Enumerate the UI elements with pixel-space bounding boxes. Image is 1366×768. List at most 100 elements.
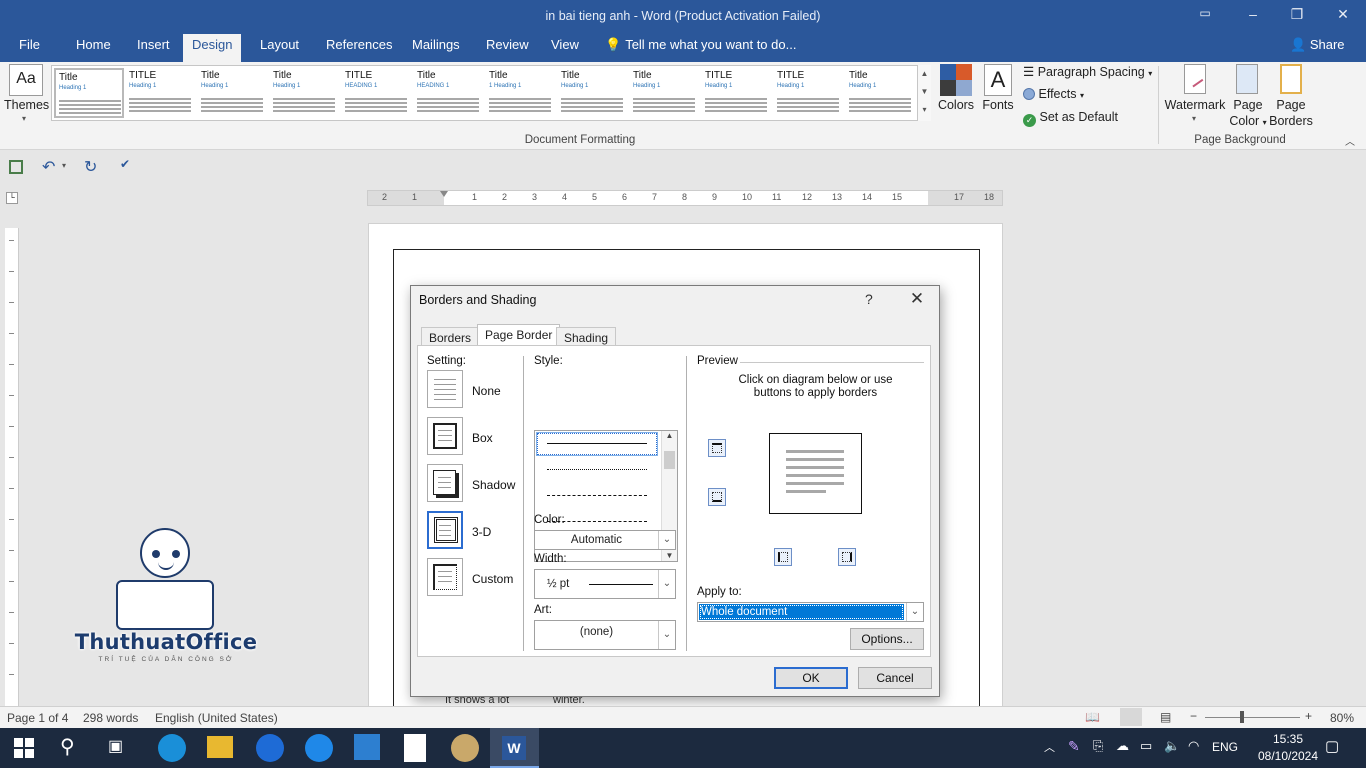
chevron-down-icon[interactable]: ⌄ — [658, 570, 675, 598]
options-button[interactable]: Options... — [850, 628, 924, 650]
chevron-down-icon[interactable]: ⌄ — [906, 603, 923, 621]
close-button[interactable]: ✕ — [1331, 6, 1355, 26]
clock-date[interactable]: 08/10/2024 — [1248, 749, 1328, 763]
style-item-dashed-small[interactable] — [547, 495, 647, 496]
style-set-thumbnail[interactable]: TITLE Heading 1 — [126, 68, 196, 118]
tab-references[interactable]: References — [317, 36, 401, 58]
top-border-button[interactable] — [708, 439, 726, 457]
language-indicator[interactable]: English (United States) — [155, 711, 278, 725]
tab-home[interactable]: Home — [67, 36, 120, 58]
meet-now-icon[interactable]: ⎘ — [1093, 738, 1103, 754]
gallery-scroll[interactable]: ▲ ▼ ▾ — [917, 65, 931, 121]
style-set-thumbnail[interactable]: TITLE Heading 1 — [702, 68, 772, 118]
notification-icon[interactable]: ▢ — [1325, 737, 1339, 755]
style-item-selected[interactable] — [536, 432, 658, 456]
setting-custom[interactable]: Custom — [427, 558, 527, 602]
themes-icon[interactable]: Aa — [9, 64, 43, 96]
gallery-down-icon[interactable]: ▼ — [918, 83, 931, 101]
style-set-thumbnail[interactable]: Title Heading 1 — [846, 68, 916, 118]
style-set-thumbnail[interactable]: TITLE Heading 1 — [774, 68, 844, 118]
help-button[interactable]: ? — [865, 291, 873, 307]
edge-icon[interactable] — [158, 734, 186, 762]
watermark-button[interactable]: Watermark — [1160, 98, 1230, 112]
effects-button[interactable]: Effects ▾ — [1023, 87, 1084, 101]
paint-icon[interactable] — [451, 734, 479, 762]
tell-me-search[interactable]: 💡 Tell me what you want to do... — [605, 36, 796, 54]
style-set-thumbnail[interactable]: Title Heading 1 — [198, 68, 268, 118]
chevron-down-icon[interactable]: ⌄ — [658, 531, 675, 549]
fonts-button[interactable]: Fonts — [978, 98, 1018, 112]
fonts-icon[interactable]: A — [984, 64, 1012, 96]
style-set-thumbnail[interactable]: Title 1 Heading 1 — [486, 68, 556, 118]
bottom-border-button[interactable] — [708, 488, 726, 506]
setting-3d[interactable]: 3-D — [427, 511, 527, 555]
style-set-thumbnail[interactable]: Title Heading 1 — [270, 68, 340, 118]
print-layout-icon[interactable] — [1120, 708, 1142, 726]
page-borders-button-line2[interactable]: Borders — [1268, 114, 1314, 128]
pen-icon[interactable]: ✎ — [1068, 738, 1080, 755]
tab-stop-selector[interactable]: └ — [6, 192, 18, 204]
minimize-button[interactable]: – — [1241, 6, 1265, 26]
zalo-icon[interactable] — [256, 734, 284, 762]
save-icon[interactable] — [9, 160, 23, 174]
skype-icon[interactable] — [305, 734, 333, 762]
word-count[interactable]: 298 words — [83, 711, 138, 725]
chevron-down-icon[interactable]: ⌄ — [658, 621, 675, 649]
tab-view[interactable]: View — [542, 36, 588, 58]
paragraph-spacing-button[interactable]: ☰ Paragraph Spacing ▾ — [1023, 64, 1152, 79]
apply-to-select[interactable]: Whole document ⌄ — [697, 602, 924, 622]
file-explorer-icon[interactable] — [207, 736, 233, 758]
tab-insert[interactable]: Insert — [128, 36, 179, 58]
style-set-gallery[interactable]: Title Heading 1 TITLE Heading 1 Title Heading… — [51, 65, 931, 121]
watermark-dropdown-icon[interactable]: ▾ — [1192, 114, 1196, 123]
page-borders-button-line1[interactable]: Page — [1268, 98, 1314, 112]
tab-borders[interactable]: Borders — [421, 327, 480, 347]
themes-dropdown-icon[interactable]: ▾ — [22, 114, 26, 123]
photos-icon[interactable] — [354, 734, 380, 760]
width-select[interactable]: ½ pt ⌄ — [534, 569, 676, 599]
style-set-thumbnail[interactable]: TITLE HEADING 1 — [342, 68, 412, 118]
colors-button[interactable]: Colors — [934, 98, 978, 112]
art-select[interactable]: (none) ⌄ — [534, 620, 676, 650]
right-border-button[interactable] — [838, 548, 856, 566]
zoom-slider[interactable] — [1205, 717, 1300, 718]
collapse-ribbon-icon[interactable]: ︿ — [1345, 133, 1355, 148]
tab-layout[interactable]: Layout — [251, 36, 308, 58]
spelling-icon[interactable]: ✔ — [120, 157, 130, 171]
share-button[interactable]: 👤 Share — [1290, 36, 1345, 54]
undo-dropdown-icon[interactable]: ▾ — [62, 161, 66, 170]
clock-time[interactable]: 15:35 — [1260, 732, 1316, 746]
style-item-solid[interactable] — [547, 443, 647, 444]
setting-shadow[interactable]: Shadow — [427, 464, 527, 508]
scroll-thumb[interactable] — [664, 451, 675, 469]
style-set-thumbnail[interactable]: Title Heading 1 — [630, 68, 700, 118]
zoom-in-icon[interactable]: + — [1305, 709, 1312, 723]
cancel-button[interactable]: Cancel — [858, 667, 932, 689]
setting-none[interactable]: None — [427, 370, 527, 414]
undo-icon[interactable]: ↶ — [42, 157, 55, 177]
tab-review[interactable]: Review — [477, 36, 538, 58]
gallery-up-icon[interactable]: ▲ — [918, 65, 931, 83]
task-view-icon[interactable]: ▣ — [108, 736, 123, 756]
watermark-icon[interactable] — [1184, 64, 1206, 94]
volume-icon[interactable]: 🔈 — [1164, 738, 1180, 754]
word-taskbar-button[interactable]: W — [490, 728, 539, 768]
style-set-thumbnail[interactable]: Title Heading 1 — [54, 68, 124, 118]
zoom-level[interactable]: 80% — [1330, 711, 1354, 725]
ok-button[interactable]: OK — [774, 667, 848, 689]
battery-icon[interactable]: ▭ — [1140, 738, 1152, 754]
page-borders-icon[interactable] — [1280, 64, 1302, 94]
color-select[interactable]: Automatic ⌄ — [534, 530, 676, 550]
document-app-icon[interactable] — [404, 734, 426, 762]
style-item-dotted[interactable] — [547, 469, 647, 470]
wifi-icon[interactable]: ◠ — [1188, 738, 1199, 754]
setting-box[interactable]: Box — [427, 417, 527, 461]
maximize-button[interactable]: ❐ — [1285, 6, 1309, 26]
scroll-up-icon[interactable]: ▲ — [662, 431, 677, 440]
tab-shading[interactable]: Shading — [556, 327, 617, 347]
tab-mailings[interactable]: Mailings — [403, 36, 469, 58]
zoom-slider-thumb[interactable] — [1240, 711, 1244, 723]
windows-start-icon[interactable] — [14, 738, 34, 758]
tab-design[interactable]: Design — [183, 34, 242, 62]
indent-marker[interactable] — [440, 191, 448, 205]
